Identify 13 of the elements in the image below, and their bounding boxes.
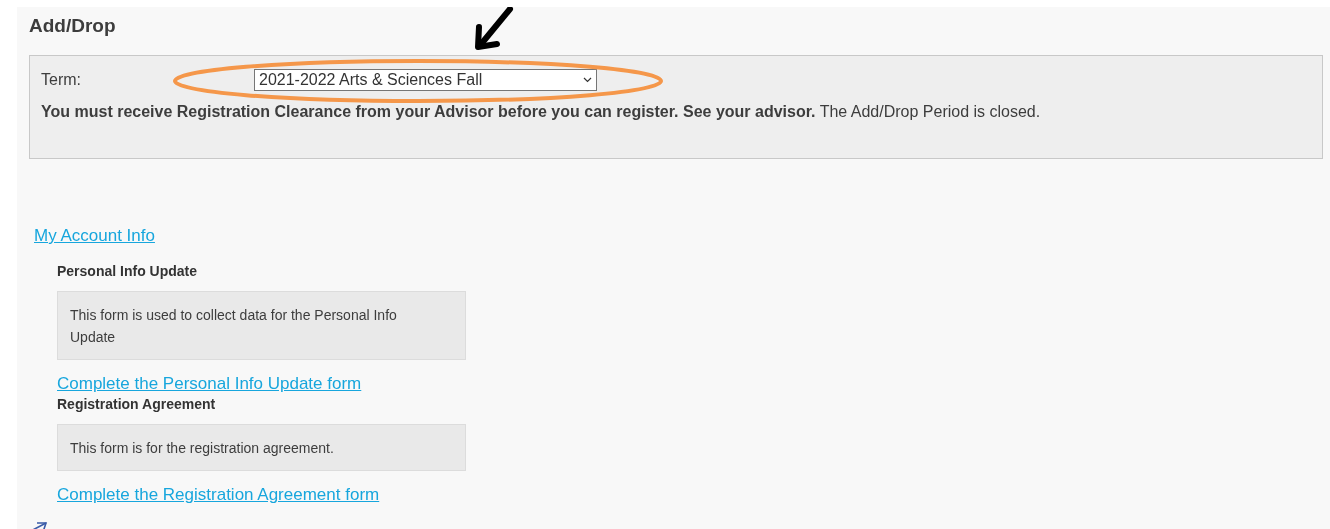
- notice-text: You must receive Registration Clearance from your Advisor before you can register. See your advisor. The Add/Drop Period is closed.: [41, 103, 1042, 121]
- form-description: This form is used to collect data for the Personal Info Update: [57, 291, 466, 360]
- form-description: This form is for the registration agreement.: [57, 424, 466, 471]
- form-heading: Personal Info Update: [57, 263, 199, 279]
- term-dropdown[interactable]: 2021-2022 Arts & Sciences Fall: [254, 69, 597, 91]
- chevron-icon: [583, 77, 592, 83]
- form-link[interactable]: Complete the Registration Agreement form: [57, 485, 380, 505]
- term-label: Term:: [41, 71, 82, 89]
- arrow-drawing: [475, 7, 513, 50]
- form-link[interactable]: Complete the Personal Info Update form: [57, 374, 362, 394]
- page-title: Add/Drop: [29, 15, 116, 37]
- form-heading: Registration Agreement: [57, 396, 217, 412]
- account-link[interactable]: My Account Info: [34, 226, 155, 245]
